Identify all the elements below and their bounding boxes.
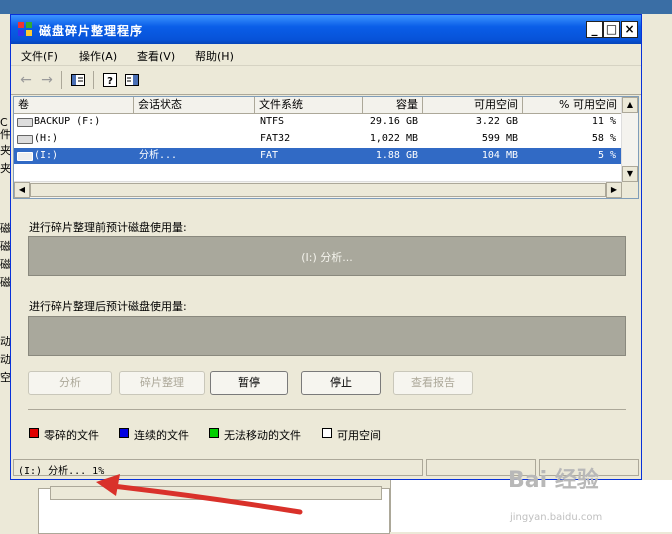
defrag-app-icon [18,22,32,36]
menu-bar: 文件(F) 操作(A) 查看(V) 帮助(H) [11,45,641,66]
volume-row-selected[interactable]: (I:) 分析... FAT 1.88 GB 104 MB 5 % [14,148,622,164]
stop-button[interactable]: 停止 [301,371,381,395]
volume-fs: NTFS [260,116,285,127]
close-button[interactable]: × [621,21,638,38]
window-title: 磁盘碎片整理程序 [39,24,144,38]
volume-name: BACKUP (F:) [34,116,101,127]
properties-icon[interactable] [123,71,141,89]
scroll-down-icon[interactable]: ▼ [622,166,638,182]
after-defrag-label: 进行碎片整理后预计磁盘使用量: [29,300,187,313]
before-defrag-status-text: (I:) 分析... [301,251,353,264]
before-defrag-label: 进行碎片整理前预计磁盘使用量: [29,221,187,234]
free-space-swatch [322,428,332,438]
volume-row[interactable]: BACKUP (F:) NTFS 29.16 GB 3.22 GB 11 % [14,114,622,130]
volume-name: (H:) [34,133,59,144]
back-arrow-icon[interactable]: ← [17,71,35,89]
horizontal-scroll-thumb[interactable] [30,183,606,197]
watermark-logo: Bai 经验 [508,468,599,493]
toolbar: ← → ? [11,66,641,95]
status-text: (I:) 分析... 1% [18,466,105,477]
menu-action[interactable]: 操作(A) [79,48,117,64]
column-header-percent-free[interactable]: % 可用空间 [523,97,622,113]
fragmented-files-swatch [29,428,39,438]
separator-line [28,409,626,410]
menu-view[interactable]: 查看(V) [137,48,175,64]
maximize-button[interactable]: □ [603,21,620,38]
background-window-titlebar [0,0,672,14]
column-header-file-system[interactable]: 文件系统 [255,97,363,113]
analyze-button[interactable]: 分析 [28,371,112,395]
legend-fragmented-files: 零碎的文件 [44,429,99,442]
defrag-window: 磁盘碎片整理程序 _ □ × 文件(F) 操作(A) 查看(V) 帮助(H) ←… [10,14,642,480]
drive-icon [17,152,33,161]
vertical-scrollbar[interactable]: ▲ ▼ [621,97,638,182]
volume-status [139,114,249,130]
title-bar[interactable]: 磁盘碎片整理程序 _ □ × [11,15,641,44]
unmovable-files-swatch [209,428,219,438]
help-icon[interactable]: ? [101,71,119,89]
forward-arrow-icon[interactable]: → [38,71,56,89]
column-header-volume[interactable]: 卷 [14,97,134,113]
legend-contiguous-files: 连续的文件 [134,429,189,442]
show-hide-tree-icon[interactable] [69,71,87,89]
volume-fs: FAT [260,150,279,161]
volume-free: 104 MB [481,150,518,161]
menu-help[interactable]: 帮助(H) [195,48,234,64]
volume-percent-free: 5 % [597,150,616,161]
background-inner-box [50,486,382,500]
volume-row[interactable]: (H:) FAT32 1,022 MB 599 MB 58 % [14,131,622,147]
list-header: 卷 会话状态 文件系统 容量 可用空间 % 可用空间 [14,97,622,114]
scroll-left-icon[interactable]: ◀ [14,182,30,198]
legend-free-space: 可用空间 [337,429,381,442]
volume-status [139,131,249,147]
minimize-button[interactable]: _ [586,21,603,38]
volume-status: 分析... [139,150,178,161]
volume-free: 599 MB [481,133,518,144]
volume-list: 卷 会话状态 文件系统 容量 可用空间 % 可用空间 BACKUP (F:) N… [13,96,639,199]
toolbar-separator [93,71,94,89]
volume-fs: FAT32 [260,133,291,144]
volume-capacity: 29.16 GB [369,116,418,127]
column-header-free-space[interactable]: 可用空间 [423,97,523,113]
volume-percent-free: 58 % [591,133,616,144]
toolbar-separator [61,71,62,89]
volume-capacity: 1,022 MB [369,133,418,144]
svg-text:?: ? [107,76,113,87]
scroll-up-icon[interactable]: ▲ [622,97,638,113]
defragment-button[interactable]: 碎片整理 [119,371,205,395]
scroll-corner [622,182,638,198]
contiguous-files-swatch [119,428,129,438]
horizontal-scrollbar[interactable]: ◀ ▶ [14,181,622,198]
column-header-capacity[interactable]: 容量 [363,97,423,113]
before-defrag-usage-display: (I:) 分析... [28,236,626,276]
watermark-url: jingyan.baidu.com [510,512,603,523]
volume-capacity: 1.88 GB [375,150,418,161]
drive-icon [17,135,33,144]
status-panel-main: (I:) 分析... 1% [13,459,423,477]
volume-free: 3.22 GB [475,116,518,127]
column-header-session-status[interactable]: 会话状态 [134,97,255,113]
view-report-button[interactable]: 查看报告 [393,371,473,395]
drive-icon [17,118,33,127]
pause-button[interactable]: 暂停 [210,371,288,395]
scroll-right-icon[interactable]: ▶ [606,182,622,198]
volume-percent-free: 11 % [591,116,616,127]
after-defrag-usage-display [28,316,626,356]
volume-name: (I:) [34,150,59,161]
legend-unmovable-files: 无法移动的文件 [224,429,301,442]
menu-file[interactable]: 文件(F) [21,48,58,64]
